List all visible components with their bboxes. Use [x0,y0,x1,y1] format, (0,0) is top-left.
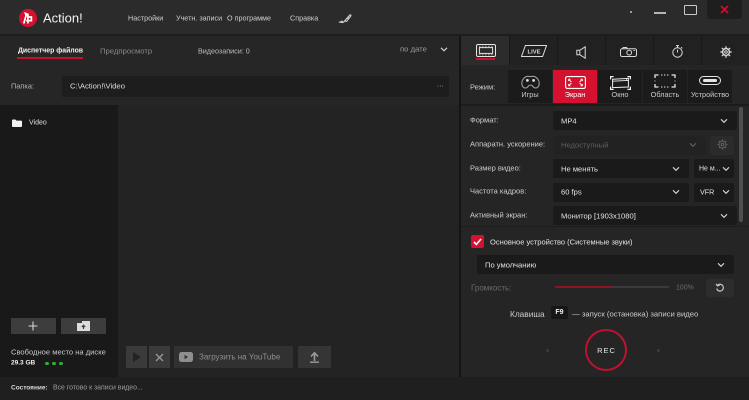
svg-text:LIVE: LIVE [528,50,541,56]
